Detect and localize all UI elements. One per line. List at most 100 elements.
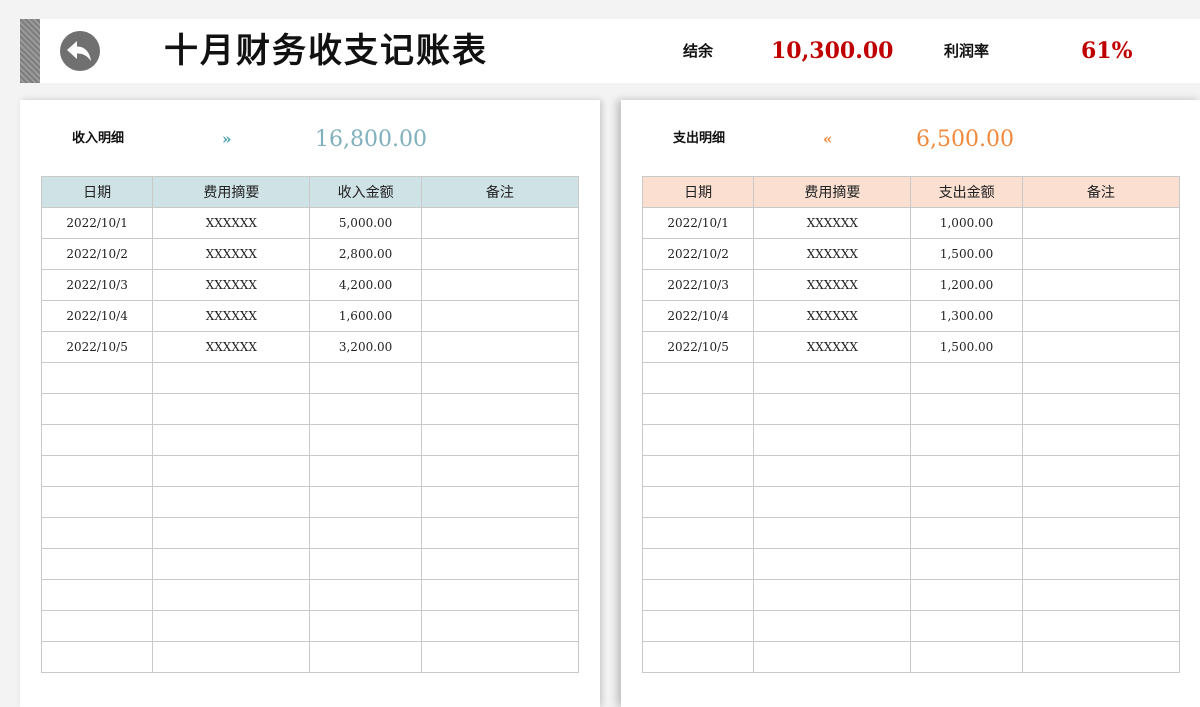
table-cell[interactable]: 1,500.00 [910,331,1023,363]
table-cell[interactable] [910,579,1023,611]
table-cell[interactable] [1021,207,1181,239]
table-cell[interactable] [309,424,422,456]
table-cell[interactable] [641,424,755,456]
table-cell[interactable] [152,362,311,394]
table-cell[interactable] [40,486,154,518]
table-cell[interactable] [1021,517,1181,549]
table-cell[interactable] [641,548,755,580]
table-cell[interactable] [420,424,580,456]
table-cell[interactable] [1021,393,1181,425]
table-cell[interactable] [40,610,154,642]
table-cell[interactable] [420,331,580,363]
table-cell[interactable] [910,517,1023,549]
table-cell[interactable] [420,238,580,270]
table-cell[interactable] [1021,300,1181,332]
table-cell[interactable] [420,455,580,487]
table-cell[interactable] [753,579,912,611]
table-cell[interactable] [420,548,580,580]
table-cell[interactable] [152,548,311,580]
table-cell[interactable] [753,362,912,394]
table-cell[interactable] [641,641,755,673]
table-cell[interactable]: XXXXXX [152,238,311,270]
table-cell[interactable] [420,300,580,332]
table-cell[interactable] [420,269,580,301]
table-cell[interactable] [1021,548,1181,580]
table-cell[interactable] [152,424,311,456]
table-cell[interactable] [1021,455,1181,487]
table-cell[interactable] [309,362,422,394]
table-cell[interactable]: 2022/10/1 [641,207,755,239]
table-cell[interactable] [641,517,755,549]
table-cell[interactable] [40,579,154,611]
back-button[interactable] [60,31,100,71]
table-cell[interactable] [309,641,422,673]
table-cell[interactable] [420,610,580,642]
table-cell[interactable] [309,579,422,611]
table-cell[interactable] [40,424,154,456]
table-cell[interactable] [40,362,154,394]
table-cell[interactable] [152,486,311,518]
table-cell[interactable] [420,641,580,673]
table-cell[interactable] [753,548,912,580]
table-cell[interactable] [309,610,422,642]
table-cell[interactable] [753,486,912,518]
table-cell[interactable] [1021,331,1181,363]
table-cell[interactable] [152,641,311,673]
table-cell[interactable] [753,455,912,487]
table-cell[interactable]: 2022/10/3 [40,269,154,301]
table-cell[interactable]: XXXXXX [753,300,912,332]
table-cell[interactable] [641,610,755,642]
table-cell[interactable] [910,548,1023,580]
table-cell[interactable] [40,455,154,487]
table-cell[interactable] [641,362,755,394]
table-cell[interactable] [910,641,1023,673]
table-cell[interactable] [40,517,154,549]
table-cell[interactable]: XXXXXX [753,269,912,301]
table-cell[interactable] [420,362,580,394]
table-cell[interactable] [309,486,422,518]
table-cell[interactable]: 5,000.00 [309,207,422,239]
table-cell[interactable]: XXXXXX [753,207,912,239]
table-cell[interactable] [1021,269,1181,301]
table-cell[interactable] [753,424,912,456]
table-cell[interactable] [1021,610,1181,642]
table-cell[interactable] [1021,238,1181,270]
table-cell[interactable]: XXXXXX [753,238,912,270]
table-cell[interactable] [910,424,1023,456]
table-cell[interactable] [753,517,912,549]
table-cell[interactable] [152,517,311,549]
table-cell[interactable] [910,362,1023,394]
table-cell[interactable] [309,548,422,580]
table-cell[interactable] [420,579,580,611]
table-cell[interactable] [1021,579,1181,611]
table-cell[interactable] [753,393,912,425]
table-cell[interactable] [152,393,311,425]
table-cell[interactable] [420,486,580,518]
table-cell[interactable] [309,517,422,549]
table-cell[interactable]: 2022/10/3 [641,269,755,301]
table-cell[interactable] [420,517,580,549]
table-cell[interactable] [641,393,755,425]
table-cell[interactable] [152,455,311,487]
table-cell[interactable] [152,579,311,611]
table-cell[interactable] [641,455,755,487]
table-cell[interactable]: 1,200.00 [910,269,1023,301]
table-cell[interactable]: 2022/10/5 [40,331,154,363]
table-cell[interactable] [641,579,755,611]
table-cell[interactable]: 1,500.00 [910,238,1023,270]
table-cell[interactable]: 2,800.00 [309,238,422,270]
table-cell[interactable]: 2022/10/5 [641,331,755,363]
table-cell[interactable]: XXXXXX [152,331,311,363]
table-cell[interactable]: 2022/10/1 [40,207,154,239]
table-cell[interactable] [910,393,1023,425]
table-cell[interactable] [40,548,154,580]
table-cell[interactable]: 1,300.00 [910,300,1023,332]
table-cell[interactable]: 1,000.00 [910,207,1023,239]
table-cell[interactable] [910,455,1023,487]
table-cell[interactable] [910,610,1023,642]
table-cell[interactable] [910,486,1023,518]
table-cell[interactable] [1021,362,1181,394]
table-cell[interactable]: 4,200.00 [309,269,422,301]
table-cell[interactable] [1021,486,1181,518]
table-cell[interactable]: XXXXXX [152,269,311,301]
